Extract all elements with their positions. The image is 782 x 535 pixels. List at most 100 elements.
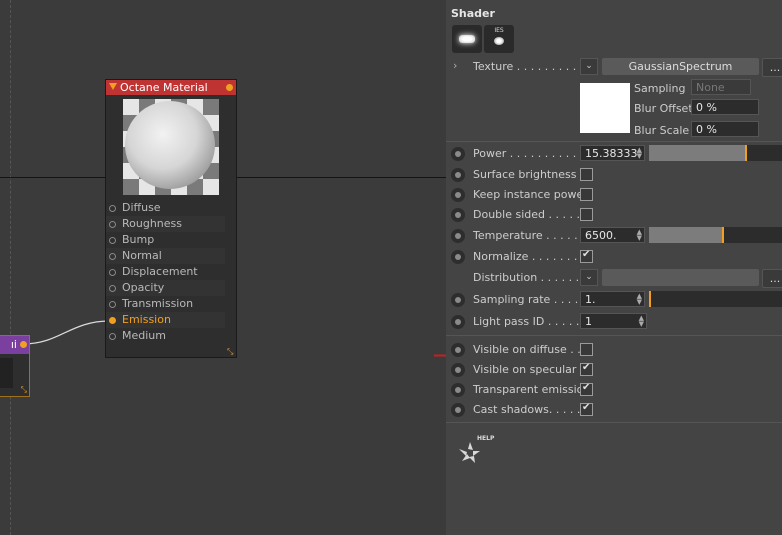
blur-scale-field[interactable]: 0 % bbox=[691, 121, 759, 137]
animate-radio-icon[interactable] bbox=[451, 383, 465, 397]
transparent-emission-row: Transparent emission bbox=[446, 380, 782, 400]
chevron-right-icon[interactable]: › bbox=[453, 59, 457, 72]
distribution-label: Distribution . . . . . . bbox=[473, 271, 580, 284]
preview-sphere bbox=[125, 101, 215, 189]
animate-radio-icon[interactable] bbox=[451, 343, 465, 357]
node-editor-canvas[interactable]: ıi ⤡ Octane Material Diffuse Roughness B… bbox=[0, 0, 446, 535]
texture-more-button[interactable]: ... bbox=[762, 58, 782, 77]
texture-swatch[interactable] bbox=[580, 83, 630, 133]
pin-label: Opacity bbox=[122, 281, 165, 294]
collapse-triangle-icon[interactable] bbox=[109, 83, 117, 90]
sampling-rate-field[interactable]: 1. ▲ ▼ bbox=[580, 291, 645, 307]
ies-icon bbox=[494, 37, 504, 45]
pin-transmission[interactable]: Transmission bbox=[106, 296, 225, 312]
distribution-more-button[interactable]: ... bbox=[762, 269, 782, 288]
resize-icon[interactable]: ⤡ bbox=[227, 348, 234, 356]
normalize-checkbox[interactable] bbox=[580, 249, 593, 263]
sampling-rate-row: Sampling rate . . . . 1. ▲ ▼ bbox=[446, 290, 782, 310]
pin-port[interactable] bbox=[109, 333, 116, 340]
light-pass-id-field[interactable]: 1 ▲ ▼ bbox=[580, 313, 647, 329]
slider-handle[interactable] bbox=[649, 291, 651, 307]
pin-emission[interactable]: Emission bbox=[106, 312, 225, 328]
animate-radio-icon[interactable] bbox=[451, 403, 465, 417]
animate-radio-icon[interactable] bbox=[451, 315, 465, 329]
pin-normal[interactable]: Normal bbox=[106, 248, 225, 264]
temperature-field[interactable]: 6500. ▲ ▼ bbox=[580, 227, 645, 243]
pin-label: Displacement bbox=[122, 265, 198, 278]
tab-ies[interactable]: IES bbox=[484, 25, 514, 53]
spinner-icon[interactable]: ▲ ▼ bbox=[637, 293, 642, 306]
pin-port[interactable] bbox=[109, 205, 116, 212]
double-sided-label: Double sided . . . . . bbox=[473, 208, 580, 221]
pin-port[interactable] bbox=[109, 285, 116, 292]
pin-port[interactable] bbox=[109, 269, 116, 276]
blur-offset-field[interactable]: 0 % bbox=[691, 99, 759, 115]
texture-label: Texture . . . . . . . . . . bbox=[473, 60, 584, 73]
texture-dropdown-button[interactable]: ⌄ bbox=[580, 58, 598, 75]
surface-brightness-checkbox[interactable] bbox=[580, 168, 593, 181]
animate-radio-icon[interactable] bbox=[451, 363, 465, 377]
visible-on-diffuse-label: Visible on diffuse . . bbox=[473, 343, 581, 356]
transparent-emission-checkbox[interactable] bbox=[580, 382, 593, 396]
normalize-label: Normalize . . . . . . . bbox=[473, 250, 578, 263]
slider-fill bbox=[649, 145, 745, 161]
resize-icon[interactable]: ⤡ bbox=[21, 385, 27, 395]
pin-roughness[interactable]: Roughness bbox=[106, 216, 225, 232]
visible-on-specular-checkbox[interactable] bbox=[580, 362, 593, 376]
pin-port[interactable] bbox=[109, 317, 116, 324]
pin-label: Diffuse bbox=[122, 201, 161, 214]
pin-port[interactable] bbox=[109, 253, 116, 260]
animate-radio-icon[interactable] bbox=[451, 250, 465, 264]
animate-radio-icon[interactable] bbox=[451, 168, 465, 182]
power-label: Power . . . . . . . . . . . bbox=[473, 147, 584, 160]
tab-emission-blackbody[interactable] bbox=[452, 25, 482, 53]
power-value: 15.38333 bbox=[585, 147, 638, 160]
surface-brightness-label: Surface brightness bbox=[473, 168, 577, 181]
slider-handle[interactable] bbox=[744, 145, 747, 161]
slider-handle[interactable] bbox=[722, 227, 725, 243]
keep-instance-power-checkbox[interactable] bbox=[580, 188, 593, 201]
distribution-field[interactable] bbox=[602, 269, 759, 286]
spinner-icon[interactable]: ▲ ▼ bbox=[639, 315, 644, 328]
divider bbox=[446, 141, 782, 142]
visible-on-diffuse-row: Visible on diffuse . . bbox=[446, 340, 782, 360]
node-title: Octane Material bbox=[120, 81, 208, 94]
animate-radio-icon[interactable] bbox=[451, 188, 465, 202]
pin-medium[interactable]: Medium bbox=[106, 328, 225, 344]
pin-port[interactable] bbox=[109, 301, 116, 308]
pin-port[interactable] bbox=[109, 221, 116, 228]
cast-shadows-checkbox[interactable] bbox=[580, 402, 593, 416]
node-header[interactable]: Octane Material bbox=[106, 80, 236, 95]
double-sided-checkbox[interactable] bbox=[580, 208, 593, 221]
animate-radio-icon[interactable] bbox=[451, 208, 465, 222]
pin-label: Transmission bbox=[122, 297, 194, 310]
texture-field[interactable]: GaussianSpectrum bbox=[602, 58, 759, 75]
animate-radio-icon[interactable] bbox=[451, 147, 465, 161]
visible-on-diffuse-checkbox[interactable] bbox=[580, 343, 593, 356]
power-slider[interactable] bbox=[649, 145, 782, 161]
spinner-icon[interactable]: ▲ ▼ bbox=[637, 147, 642, 160]
pin-displacement[interactable]: Displacement bbox=[106, 264, 225, 280]
help-button[interactable]: HELP bbox=[456, 433, 494, 467]
keep-instance-power-label: Keep instance power bbox=[473, 188, 588, 201]
left-node-body bbox=[0, 358, 13, 388]
pin-diffuse[interactable]: Diffuse bbox=[106, 200, 225, 216]
left-node-output-port[interactable] bbox=[20, 341, 27, 348]
animate-radio-icon[interactable] bbox=[451, 229, 465, 243]
visible-on-specular-label: Visible on specular . bbox=[473, 363, 584, 376]
node-output-port[interactable] bbox=[226, 84, 233, 91]
power-field[interactable]: 15.38333 ▲ ▼ bbox=[580, 145, 645, 161]
sampling-rate-slider[interactable] bbox=[649, 291, 782, 307]
pin-port[interactable] bbox=[109, 237, 116, 244]
left-partial-node[interactable]: ıi ⤡ bbox=[0, 335, 30, 397]
distribution-dropdown-button[interactable]: ⌄ bbox=[580, 269, 598, 286]
pin-bump[interactable]: Bump bbox=[106, 232, 225, 248]
sampling-select[interactable]: None bbox=[691, 79, 751, 95]
pin-opacity[interactable]: Opacity bbox=[106, 280, 225, 296]
spinner-icon[interactable]: ▲ ▼ bbox=[637, 229, 642, 242]
pin-label: Roughness bbox=[122, 217, 183, 230]
animate-radio-icon[interactable] bbox=[451, 293, 465, 307]
input-pin-list: Diffuse Roughness Bump Normal Displaceme… bbox=[106, 200, 225, 344]
octane-material-node[interactable]: Octane Material Diffuse Roughness Bump N… bbox=[105, 79, 237, 358]
temperature-slider[interactable] bbox=[649, 227, 782, 243]
